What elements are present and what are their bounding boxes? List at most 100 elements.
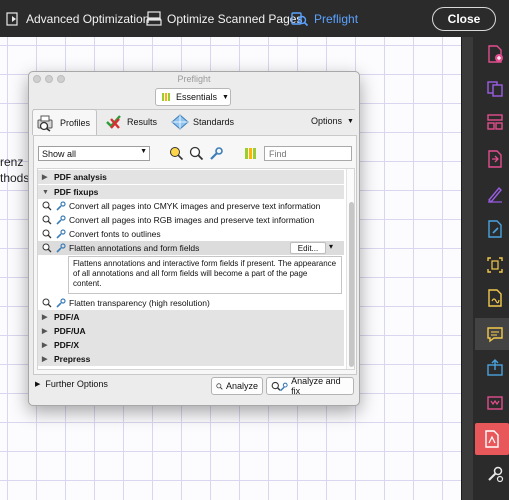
select-arrows-icon: ▼ [140, 148, 147, 155]
expand-triangle-icon: ▶ [42, 328, 48, 335]
profiles-panel: Show all ▼ Find ▶ PDF analysis ▼ PDF fix… [33, 135, 357, 375]
wrench-icon [55, 243, 67, 253]
search-flag-icon [169, 146, 183, 160]
scan-ocr-icon[interactable] [486, 256, 504, 274]
tab-profiles[interactable]: Profiles [32, 109, 98, 135]
print-production-icon[interactable] [486, 394, 504, 412]
analyze-and-fix-button[interactable]: Analyze and fix [266, 376, 354, 396]
edit-pdf-icon[interactable] [486, 220, 504, 238]
list-scrollbar[interactable] [346, 169, 354, 369]
pdf-standards-icon [485, 430, 499, 448]
tab-standards[interactable]: Standards [171, 109, 234, 135]
edit-button[interactable]: Edit... [290, 242, 326, 254]
wrench-icon [55, 298, 67, 308]
combine-files-icon[interactable] [486, 80, 504, 98]
fixup-label: Convert all pages into RGB images and pr… [69, 215, 315, 225]
list-item[interactable]: Convert fonts to outlines [38, 227, 344, 241]
options-menu[interactable]: Options ▼ [311, 116, 354, 126]
library-label: Essentials [176, 92, 218, 102]
rail-divider [462, 37, 473, 500]
document-text-line-2: thods [0, 171, 30, 185]
profiles-icon [37, 115, 53, 132]
more-tools-icon[interactable] [486, 465, 504, 483]
analyze-button[interactable]: Analyze [211, 377, 263, 395]
expand-triangle-icon: ▶ [42, 174, 48, 181]
further-options-toggle[interactable]: ▶ Further Options [35, 379, 108, 389]
results-icon [106, 115, 121, 129]
optimize-scanned-pages-tool[interactable]: Optimize Scanned Pages [146, 0, 302, 37]
library-filter-button[interactable] [242, 145, 258, 161]
collapse-triangle-icon: ▼ [42, 188, 49, 196]
fixup-label: Flatten annotations and form fields [69, 243, 200, 253]
list-item-selected[interactable]: Flatten annotations and form fields Edit… [38, 241, 344, 255]
filter-select[interactable]: Show all ▼ [38, 146, 150, 161]
fixup-description: Flattens annotations and interactive for… [68, 256, 342, 294]
tab-results[interactable]: Results [105, 109, 157, 135]
tools-rail [461, 37, 509, 500]
library-icon [244, 147, 256, 159]
magnifier-icon [41, 298, 53, 308]
fixup-label: Flatten transparency (high resolution) [69, 298, 210, 308]
fixup-label: Convert fonts to outlines [69, 229, 161, 239]
chevron-down-icon: ▼ [347, 117, 354, 125]
group-pdf-analysis[interactable]: ▶ PDF analysis [38, 170, 344, 184]
analyze-label: Analyze [225, 381, 258, 391]
group-pdfua[interactable]: ▶ PDF/UA [38, 324, 344, 338]
check-profile-button[interactable] [188, 145, 204, 161]
fixup-label: Convert all pages into CMYK images and p… [69, 201, 321, 211]
document-text-line-1: renz [0, 155, 24, 169]
row-menu-icon[interactable]: ▾ [329, 242, 333, 251]
wrench-icon [209, 146, 223, 160]
preflight-icon [291, 11, 309, 26]
dialog-title: Preflight [177, 74, 211, 84]
flag-profile-button[interactable] [168, 145, 184, 161]
preflight-tool[interactable]: Preflight [291, 0, 358, 37]
magnifier-icon [216, 382, 223, 390]
group-label: PDF/X [54, 340, 80, 350]
wrench-icon [55, 229, 67, 239]
pdf-standards-tool-active[interactable] [475, 423, 509, 455]
share-icon[interactable] [486, 359, 504, 377]
magnifier-wrench-icon [271, 381, 288, 391]
group-prepress[interactable]: ▶ Prepress [38, 352, 344, 366]
expand-triangle-icon: ▶ [35, 381, 41, 388]
optimize-scanned-pages-label: Optimize Scanned Pages [167, 11, 303, 26]
list-item[interactable]: Convert all pages into RGB images and pr… [38, 213, 344, 227]
advanced-optimization-tool[interactable]: Advanced Optimization [6, 0, 149, 37]
group-pdf-fixups[interactable]: ▼ PDF fixups [38, 185, 344, 199]
request-signature-icon[interactable] [486, 289, 504, 307]
expand-triangle-icon: ▶ [42, 314, 48, 321]
export-pdf-icon[interactable] [486, 150, 504, 168]
wrench-icon [55, 201, 67, 211]
close-button[interactable]: Close [432, 7, 496, 31]
profiles-list[interactable]: ▶ PDF analysis ▼ PDF fixups Convert all … [37, 168, 355, 370]
magnifier-icon [41, 215, 53, 225]
group-pdfx[interactable]: ▶ PDF/X [38, 338, 344, 352]
further-options-label: Further Options [45, 379, 108, 389]
magnifier-icon [189, 146, 203, 160]
organize-pages-icon[interactable] [486, 113, 504, 131]
group-label: PDF/A [54, 312, 80, 322]
library-dropdown[interactable]: Essentials ▼ [155, 88, 231, 106]
expand-triangle-icon: ▶ [42, 342, 48, 349]
group-label: PDF analysis [54, 172, 107, 182]
list-item[interactable]: Flatten transparency (high resolution) [38, 296, 344, 310]
options-label: Options [311, 116, 343, 126]
top-toolbar: Advanced Optimization Optimize Scanned P… [0, 0, 509, 37]
magnifier-icon [41, 243, 53, 253]
list-item[interactable]: Convert all pages into CMYK images and p… [38, 199, 344, 213]
group-pdfa[interactable]: ▶ PDF/A [38, 310, 344, 324]
expand-triangle-icon: ▶ [42, 356, 48, 363]
fill-sign-icon[interactable] [486, 185, 504, 203]
filter-value: Show all [42, 148, 77, 159]
scanner-icon [146, 10, 162, 26]
scrollbar-thumb[interactable] [349, 202, 354, 367]
comment-icon[interactable] [486, 325, 504, 343]
fixup-profile-button[interactable] [208, 145, 224, 161]
group-label: Prepress [54, 354, 91, 364]
group-label: PDF/UA [54, 326, 86, 336]
find-input[interactable] [264, 146, 352, 161]
preflight-dialog: Preflight Essentials ▼ Profiles Results [28, 71, 360, 406]
create-pdf-icon[interactable] [486, 45, 504, 63]
library-icon [162, 93, 170, 101]
